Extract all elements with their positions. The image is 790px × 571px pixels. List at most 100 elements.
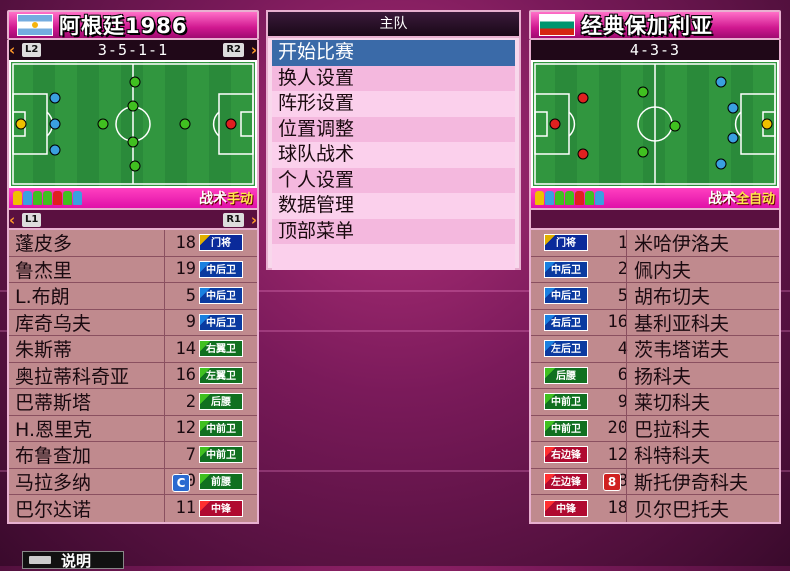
player-name: 蓬皮多 [15, 233, 73, 256]
position-badge: 门将 [544, 234, 588, 252]
player-name: 鲁杰里 [15, 259, 73, 282]
player-row[interactable]: 中前卫 20 巴拉科夫 [531, 415, 779, 442]
player-row[interactable]: 中后卫 2 佩内夫 [531, 256, 779, 283]
away-team-panel: 经典保加利亚 4-3-3 战术全自动 门将 1 米哈伊洛夫 中后卫 2 佩内夫 … [529, 10, 781, 524]
home-team-name: 阿根廷1986 [59, 14, 188, 38]
away-formation-bar: 4-3-3 [529, 40, 781, 60]
position-badge: 中锋 [544, 499, 588, 517]
away-player-list: 门将 1 米哈伊洛夫 中后卫 2 佩内夫 中后卫 5 胡布切夫右后卫 16 基利亚科夫左后卫 4 茨韦塔… [529, 230, 781, 524]
position-badge: 右后卫 [544, 313, 588, 331]
number-badge-icon: 8 [603, 472, 621, 491]
menu-item[interactable]: 换人设置 [272, 65, 515, 91]
l1-button-hint: L1 [22, 213, 42, 227]
player-number: 12 [607, 444, 628, 465]
player-row[interactable]: 马拉多纳10前腰C [9, 468, 257, 495]
menu-title: 主队 [268, 12, 519, 38]
player-row[interactable]: 库奇乌夫 9 中后卫 [9, 309, 257, 336]
away-formation: 4-3-3 [629, 41, 681, 59]
player-number: 4 [617, 338, 628, 359]
away-team-name: 经典保加利亚 [581, 14, 713, 38]
player-number: 6 [617, 365, 628, 386]
player-number: 5 [185, 285, 196, 306]
player-row[interactable]: 朱斯蒂 14 右翼卫 [9, 336, 257, 363]
chevron-left-icon[interactable]: ‹ [9, 40, 15, 60]
position-badge: 左翼卫 [199, 366, 243, 384]
player-name: 马拉多纳 [15, 471, 92, 494]
player-row[interactable]: 中后卫 5 胡布切夫 [531, 283, 779, 310]
home-pitch-diagram [11, 62, 255, 186]
player-number: 19 [175, 259, 196, 280]
player-name: 斯托伊奇科夫 [634, 471, 749, 494]
position-badge: 门将 [199, 234, 243, 252]
away-pitch [529, 60, 781, 188]
position-badge: 左后卫 [544, 340, 588, 358]
player-row[interactable]: 巴尔达诺 11 中锋 [9, 495, 257, 522]
player-row[interactable]: L.布朗 5 中后卫 [9, 283, 257, 310]
position-badge: 前腰 [199, 472, 243, 490]
menu-item[interactable]: 位置调整 [272, 116, 515, 142]
player-row[interactable]: 门将 1 米哈伊洛夫 [531, 230, 779, 257]
chevron-right-icon[interactable]: › [251, 40, 257, 60]
position-badge: 后腰 [544, 366, 588, 384]
position-badge: 中前卫 [199, 419, 243, 437]
menu-item[interactable] [272, 244, 515, 270]
select-key-icon [29, 556, 51, 564]
player-name: 莱切科夫 [634, 392, 711, 415]
player-row[interactable]: 后腰 6 扬科夫 [531, 362, 779, 389]
position-badge: 左边锋 [544, 472, 588, 490]
home-formation: 3-5-1-1 [97, 41, 169, 59]
player-number: 14 [175, 338, 196, 359]
position-badge: 中后卫 [544, 287, 588, 305]
position-badge: 中前卫 [544, 419, 588, 437]
chevron-left-icon[interactable]: ‹ [9, 210, 15, 230]
argentina-flag-icon [17, 14, 53, 36]
player-name: 巴拉科夫 [634, 418, 711, 441]
away-tactic-label: 战术 [707, 191, 736, 207]
away-sub-bar [529, 210, 781, 230]
player-number: 18 [175, 232, 196, 253]
player-row[interactable]: 左后卫 4 茨韦塔诺夫 [531, 336, 779, 363]
position-badge: 后腰 [199, 393, 243, 411]
menu-list: 开始比赛 换人设置 阵形设置 位置调整 球队战术 个人设置 数据管理 顶部菜单 [268, 38, 519, 272]
player-row[interactable]: 蓬皮多 18 门将 [9, 230, 257, 257]
position-badge: 中后卫 [199, 287, 243, 305]
mini-players-icon [535, 191, 604, 205]
player-row[interactable]: 中锋 18 贝尔巴托夫 [531, 495, 779, 522]
menu-item[interactable]: 球队战术 [272, 142, 515, 168]
menu-item[interactable]: 顶部菜单 [272, 218, 515, 244]
player-number: 7 [185, 444, 196, 465]
player-number: 9 [617, 391, 628, 412]
player-row[interactable]: 鲁杰里 19 中后卫 [9, 256, 257, 283]
player-name: H.恩里克 [15, 418, 92, 441]
player-name: 米哈伊洛夫 [634, 233, 730, 256]
player-row[interactable]: 中前卫 9 莱切科夫 [531, 389, 779, 416]
chevron-right-icon[interactable]: › [251, 210, 257, 230]
position-badge: 中前卫 [544, 393, 588, 411]
home-sub-bar[interactable]: ‹ L1 R1 › [7, 210, 259, 230]
player-row[interactable]: 奥拉蒂科奇亚 16 左翼卫 [9, 362, 257, 389]
home-formation-bar[interactable]: ‹ L2 3-5-1-1 R2 › [7, 40, 259, 60]
menu-item[interactable]: 个人设置 [272, 167, 515, 193]
home-team-panel: 阿根廷1986 ‹ L2 3-5-1-1 R2 › 战术手动 ‹ L1 R1 ›… [7, 10, 259, 524]
player-row[interactable]: 巴蒂斯塔 2 后腰 [9, 389, 257, 416]
player-name: L.布朗 [15, 286, 70, 309]
player-name: 基利亚科夫 [634, 312, 730, 335]
home-pitch[interactable] [7, 60, 259, 188]
player-row[interactable]: 右边锋 12 科特科夫 [531, 442, 779, 469]
menu-item[interactable]: 阵形设置 [272, 91, 515, 117]
player-name: 茨韦塔诺夫 [634, 339, 730, 362]
help-button[interactable]: 说明 [22, 551, 124, 570]
player-row[interactable]: H.恩里克 12 中前卫 [9, 415, 257, 442]
menu-item[interactable]: 数据管理 [272, 193, 515, 219]
home-tactic-bar[interactable]: 战术手动 [7, 188, 259, 210]
player-name: 奥拉蒂科奇亚 [15, 365, 130, 388]
player-row[interactable]: 布鲁查加 7 中前卫 [9, 442, 257, 469]
player-row[interactable]: 左边锋 8 斯托伊奇科夫 8 [531, 468, 779, 495]
away-pitch-diagram [533, 62, 777, 186]
menu-item[interactable]: 开始比赛 [272, 40, 515, 66]
player-name: 佩内夫 [634, 259, 692, 282]
player-row[interactable]: 右后卫 16 基利亚科夫 [531, 309, 779, 336]
player-number: 16 [607, 312, 628, 333]
bulgaria-flag-icon [539, 14, 575, 36]
position-badge: 右边锋 [544, 446, 588, 464]
